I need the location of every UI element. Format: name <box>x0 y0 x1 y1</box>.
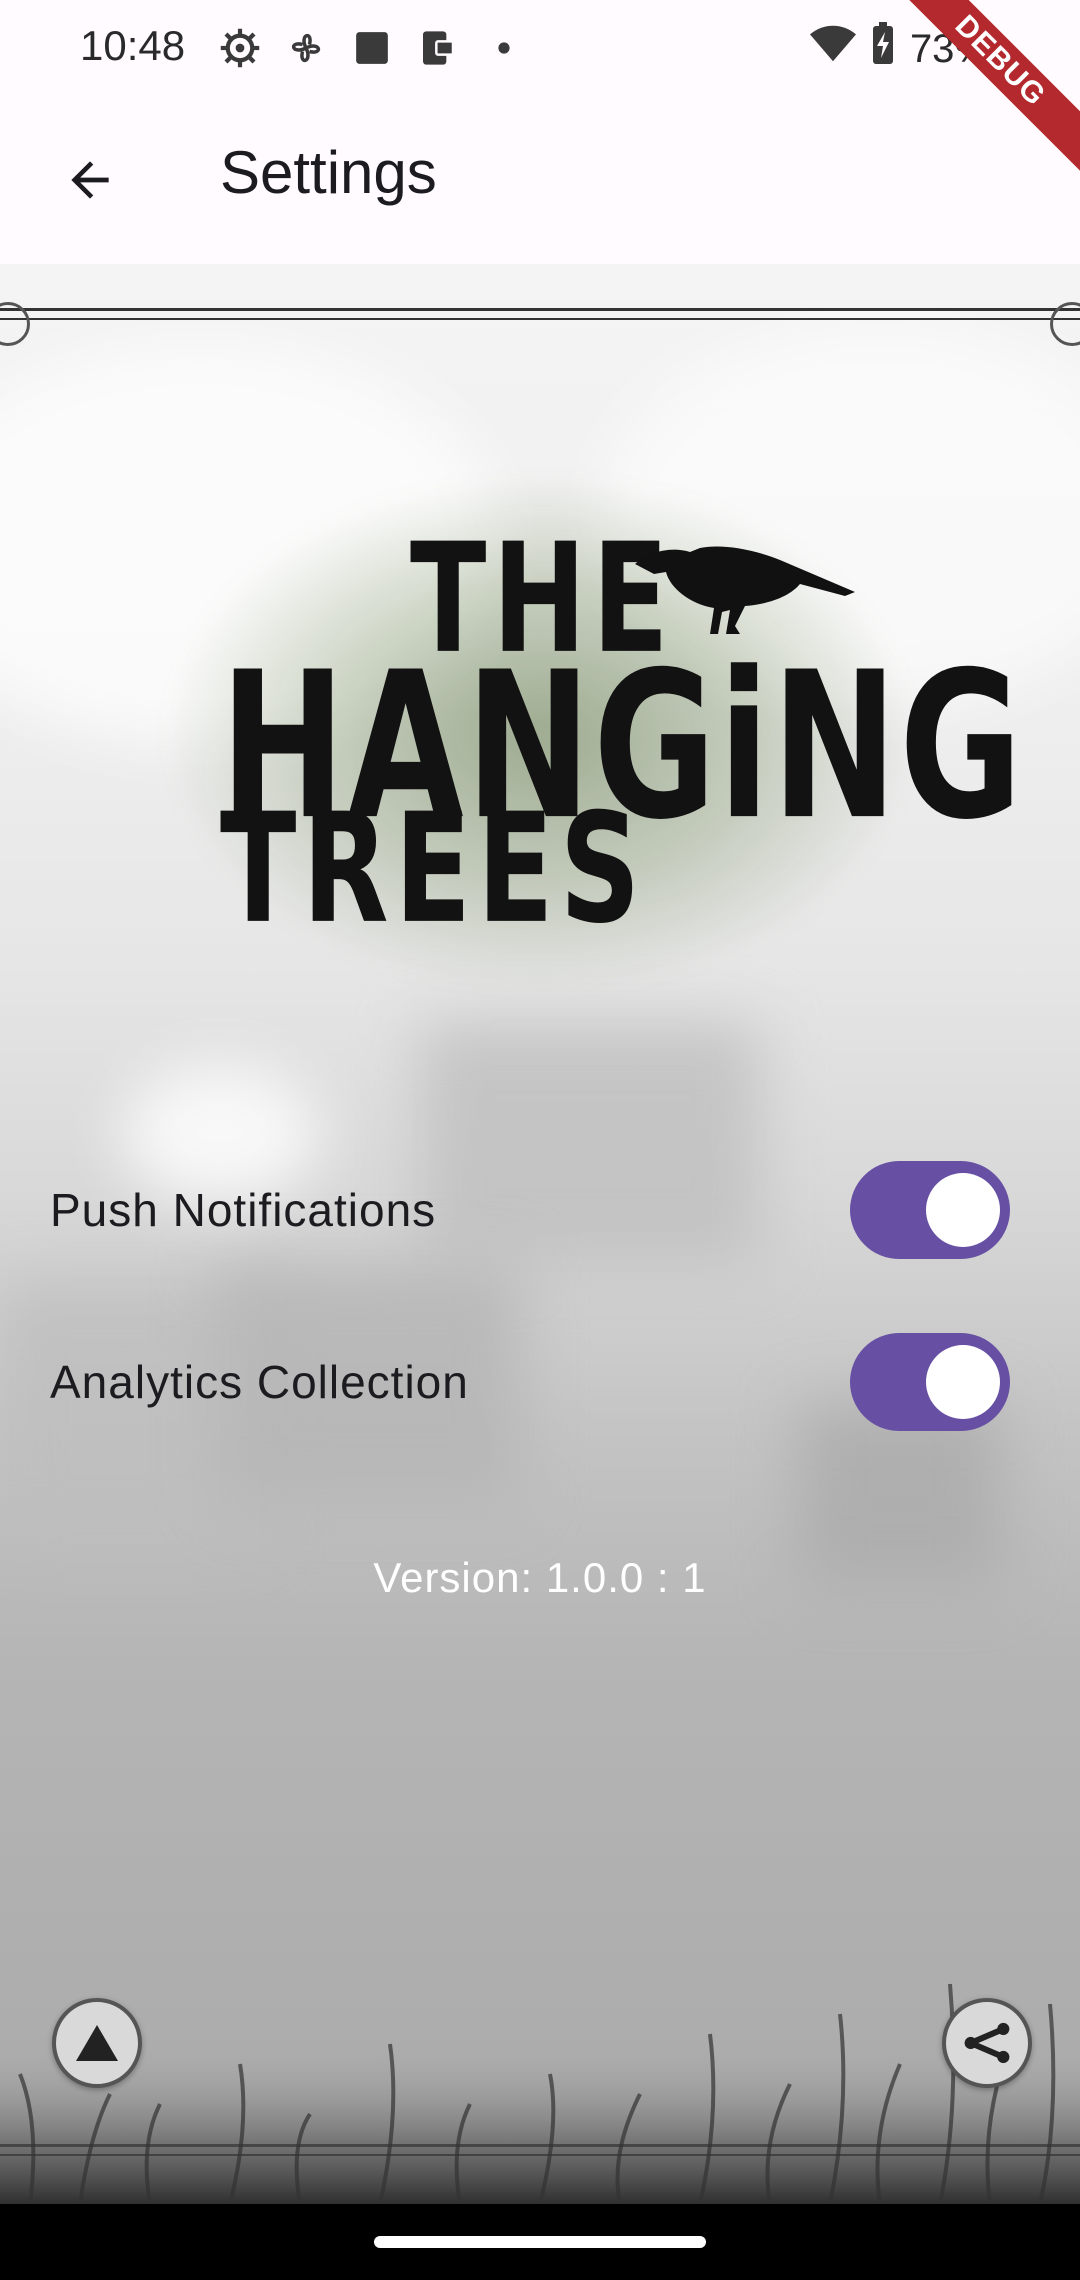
page-title: Settings <box>220 139 437 206</box>
scroll-up-button[interactable] <box>52 1998 142 2088</box>
status-icons-left <box>218 26 526 70</box>
toggle-thumb <box>926 1173 1000 1247</box>
push-notifications-label: Push Notifications <box>50 1184 437 1236</box>
analytics-collection-label: Analytics Collection <box>50 1356 469 1408</box>
settings-gear-icon <box>218 26 262 70</box>
share-button[interactable] <box>942 1998 1032 2088</box>
analytics-collection-row[interactable]: Analytics Collection <box>50 1332 1010 1432</box>
arrow-back-icon <box>71 161 109 199</box>
push-notifications-row[interactable]: Push Notifications <box>50 1160 1010 1260</box>
share-icon <box>964 2022 1010 2064</box>
wifi-icon <box>809 24 856 74</box>
logo-line-3: TREES <box>220 781 647 958</box>
battery-charging-icon <box>870 22 896 76</box>
crow-icon <box>635 546 855 634</box>
dot-icon <box>482 26 526 70</box>
device-icon <box>416 26 460 70</box>
settings-content: THE HANGiNG TREES Push Notifications Ana… <box>0 264 1080 2204</box>
analytics-collection-toggle[interactable] <box>850 1333 1010 1431</box>
frame-scroll-ornament <box>1050 302 1080 346</box>
grass-decoration <box>0 1983 1080 2204</box>
back-button[interactable] <box>48 138 132 222</box>
fan-icon <box>284 26 328 70</box>
system-nav-bar <box>0 2204 1080 2280</box>
toggle-thumb <box>926 1345 1000 1419</box>
status-bar: 10:48 73% <box>0 0 1080 96</box>
push-notifications-toggle[interactable] <box>850 1161 1010 1259</box>
home-gesture-handle[interactable] <box>374 2236 706 2248</box>
app-logo: THE HANGiNG TREES <box>160 474 1022 994</box>
frame-top-line <box>0 308 1080 311</box>
version-text: Version: 1.0.0 : 1 <box>373 1554 707 1601</box>
triangle-up-icon <box>76 2025 118 2061</box>
square-icon <box>350 26 394 70</box>
app-bar: Settings <box>0 96 1080 264</box>
frame-top-line <box>0 318 1080 320</box>
status-time: 10:48 <box>80 22 186 69</box>
